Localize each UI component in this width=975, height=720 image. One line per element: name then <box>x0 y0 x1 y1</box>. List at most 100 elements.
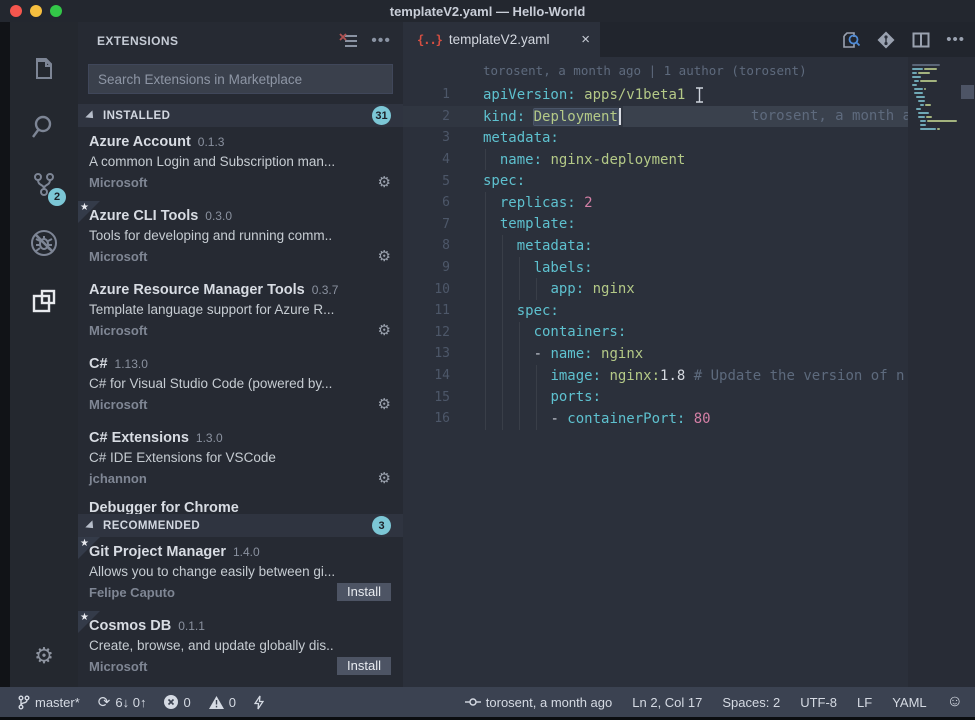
extension-item[interactable]: Azure Account0.1.3A common Login and Sub… <box>78 127 403 201</box>
eol[interactable]: LF <box>857 695 872 710</box>
extension-item[interactable]: ★Cosmos DB0.1.1Create, browse, and updat… <box>78 611 403 685</box>
editor-scrollbar[interactable] <box>960 57 975 687</box>
code-line[interactable]: 12 containers: <box>403 322 975 344</box>
line-number: 5 <box>403 174 450 189</box>
scrollbar-thumb[interactable] <box>961 85 974 99</box>
code-line[interactable]: 14 image: nginx:1.8 # Update the version… <box>403 365 975 387</box>
line-number: 4 <box>403 152 450 167</box>
more-actions-icon[interactable]: ••• <box>371 32 391 50</box>
close-tab-icon[interactable]: × <box>581 31 590 48</box>
gear-icon[interactable]: ⚙ <box>378 247 391 265</box>
activity-explorer[interactable] <box>20 40 68 98</box>
extension-version: 0.1.3 <box>198 135 225 149</box>
activity-search[interactable] <box>20 98 68 156</box>
code-line[interactable]: 5spec: <box>403 170 975 192</box>
status-label: LF <box>857 695 872 710</box>
extension-publisher: Microsoft <box>89 397 378 412</box>
status-label: 0 <box>229 695 236 710</box>
files-icon <box>29 54 59 84</box>
extension-item[interactable]: ★Git Project Manager1.4.0Allows you to c… <box>78 537 403 611</box>
recommended-section-header[interactable]: RECOMMENDED3 <box>78 514 403 537</box>
code-line[interactable]: 2kind: Deploymenttorosent, a month ago •… <box>403 106 975 128</box>
twistie-icon <box>85 110 96 121</box>
title-bar: templateV2.yaml — Hello-World <box>0 0 975 22</box>
indentation[interactable]: Spaces: 2 <box>722 695 780 710</box>
debug-icon <box>28 227 60 259</box>
sync-status[interactable]: ⟳6↓ 0↑ <box>98 693 147 711</box>
extension-item[interactable]: ★Azure CLI Tools0.3.0Tools for developin… <box>78 201 403 275</box>
split-editor-icon[interactable] <box>912 32 930 48</box>
language-mode[interactable]: YAML <box>892 695 926 710</box>
code-line[interactable]: 11 spec: <box>403 300 975 322</box>
extensions-search[interactable] <box>88 64 393 94</box>
feedback-bolt[interactable] <box>254 695 264 710</box>
codelens-authors[interactable]: torosent, a month ago | 1 author (torose… <box>483 63 807 84</box>
extension-version: 1.4.0 <box>233 545 260 559</box>
status-label: 6↓ 0↑ <box>115 695 146 710</box>
cursor-position[interactable]: Ln 2, Col 17 <box>632 695 702 710</box>
warning-count[interactable]: 0 <box>209 695 236 710</box>
gear-icon[interactable]: ⚙ <box>378 321 391 339</box>
code-line[interactable]: 16 - containerPort: 80 <box>403 408 975 430</box>
minimap[interactable] <box>908 57 975 687</box>
line-number: 7 <box>403 217 450 232</box>
installed-section-header[interactable]: INSTALLED 31 <box>78 104 403 127</box>
extension-item[interactable]: Azure Resource Manager Tools0.3.7Templat… <box>78 275 403 349</box>
extension-version: 0.3.0 <box>205 209 232 223</box>
extension-name: Cosmos DB <box>89 618 171 634</box>
code-line[interactable]: 13 - name: nginx <box>403 343 975 365</box>
manage-settings[interactable]: ⚙ <box>20 639 68 673</box>
line-number: 16 <box>403 411 450 426</box>
code-line[interactable]: 3metadata: <box>403 127 975 149</box>
line-number: 1 <box>403 87 450 102</box>
activity-debug[interactable] <box>20 214 68 272</box>
vscode-window: templateV2.yaml — Hello-World <box>0 0 975 720</box>
code-line[interactable]: 7 template: <box>403 214 975 236</box>
line-number: 9 <box>403 260 450 275</box>
codelens-row[interactable]: torosent, a month ago | 1 author (torose… <box>403 63 975 84</box>
tab-bar: {..} templateV2.yaml × <box>403 22 975 57</box>
activity-extensions[interactable] <box>20 272 68 330</box>
extension-description: C# for Visual Studio Code (powered by... <box>89 376 391 391</box>
code-line[interactable]: 10 app: nginx <box>403 278 975 300</box>
smiley-feedback[interactable]: ☺ <box>947 693 963 711</box>
branch-status[interactable]: master* <box>18 695 80 710</box>
gear-icon[interactable]: ⚙ <box>378 173 391 191</box>
code-editor[interactable]: torosent, a month ago | 1 author (torose… <box>403 57 975 687</box>
extension-item[interactable]: C# Extensions1.3.0C# IDE Extensions for … <box>78 423 403 497</box>
install-button[interactable]: Install <box>337 657 391 675</box>
extensions-search-input[interactable] <box>98 72 383 87</box>
gitlens-icon[interactable] <box>876 30 896 50</box>
installed-badge: 31 <box>372 106 391 125</box>
tab-label: templateV2.yaml <box>449 32 574 47</box>
gear-icon[interactable]: ⚙ <box>378 469 391 487</box>
find-in-file-icon[interactable] <box>841 31 860 49</box>
tab-templatev2-yaml[interactable]: {..} templateV2.yaml × <box>403 22 600 57</box>
status-label: master* <box>35 695 80 710</box>
gear-icon[interactable]: ⚙ <box>378 395 391 413</box>
warning-icon <box>209 696 224 709</box>
extension-publisher: Microsoft <box>89 323 378 338</box>
extension-name: C# Extensions <box>89 430 189 446</box>
activity-source-control[interactable]: 2 <box>20 156 68 214</box>
code-line[interactable]: 1apiVersion: apps/v1beta1 <box>403 84 975 106</box>
editor-group: {..} templateV2.yaml × <box>403 22 975 687</box>
code-line[interactable]: 15 ports: <box>403 386 975 408</box>
activity-bar: 2 ⚙ <box>10 22 78 687</box>
code-line[interactable]: 4 name: nginx-deployment <box>403 149 975 171</box>
error-count[interactable]: 0 <box>164 695 190 710</box>
status-bar: master* ⟳6↓ 0↑ 0 0 torosent, a month ago Ln … <box>0 687 975 717</box>
install-button[interactable]: Install <box>337 583 391 601</box>
extensions-list: Azure Account0.1.3A common Login and Sub… <box>78 127 403 687</box>
code-line[interactable]: 6 replicas: 2 <box>403 192 975 214</box>
encoding[interactable]: UTF-8 <box>800 695 837 710</box>
more-actions-icon[interactable]: ••• <box>946 31 965 48</box>
clear-extensions-input-icon[interactable] <box>339 33 357 49</box>
code-line[interactable]: 8 metadata: <box>403 235 975 257</box>
gitlens-commit-status[interactable]: torosent, a month ago <box>465 695 612 710</box>
code-line[interactable]: 9 labels: <box>403 257 975 279</box>
extension-item[interactable]: C#1.13.0C# for Visual Studio Code (power… <box>78 349 403 423</box>
status-label: Spaces: 2 <box>722 695 780 710</box>
gear-icon: ⚙ <box>34 643 54 669</box>
extension-item-clipped[interactable]: Debugger for Chrome <box>78 497 403 514</box>
